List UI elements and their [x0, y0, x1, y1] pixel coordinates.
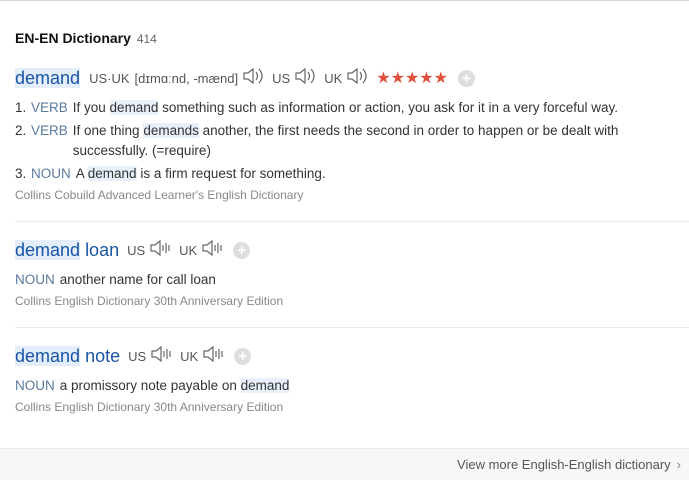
headword-rest[interactable]: loan — [85, 240, 119, 261]
uk-label: UK — [324, 70, 343, 86]
definitions: 1. VERB If you demand something such as … — [15, 98, 675, 184]
uk-label: UK — [179, 242, 198, 258]
chevron-right-icon: › — [676, 457, 681, 472]
uk-label: UK — [180, 348, 199, 364]
definition-item: 1. VERB If you demand something such as … — [15, 98, 675, 118]
definitions: NOUN a promissory note payable on demand — [15, 376, 675, 396]
dictionary-source: Collins English Dictionary 30th Annivers… — [15, 400, 284, 414]
definition-text: a promissory note payable on demand — [59, 378, 290, 393]
definition-text: another name for call loan — [59, 272, 216, 287]
pos-tag: NOUN — [15, 378, 55, 393]
frequency-stars: ★★★★★ — [376, 70, 448, 87]
section-title: EN-EN Dictionary 414 — [15, 30, 157, 46]
entry-demand: demand US·UK [dɪmɑːnd, -mænd] US UK ★★★★… — [15, 66, 675, 202]
pos-tag: NOUN — [31, 166, 71, 181]
pos-tag: NOUN — [15, 272, 55, 287]
definition-item: NOUN a promissory note payable on demand — [15, 376, 675, 396]
definitions: NOUN another name for call loan — [15, 270, 675, 290]
headword[interactable]: demand — [15, 67, 81, 89]
pronunciation: [dɪmɑːnd, -mænd] — [134, 70, 239, 86]
divider — [15, 221, 689, 222]
result-count: 414 — [136, 32, 157, 46]
view-more-link[interactable]: View more English-English dictionary › — [457, 457, 681, 472]
definition-item: 2. VERB If one thing demands another, th… — [15, 121, 675, 161]
us-label: US — [272, 70, 291, 86]
uk-speaker-icon[interactable] — [346, 66, 368, 91]
us-label: US — [128, 348, 147, 364]
uk-speaker-icon[interactable] — [201, 238, 223, 263]
headword[interactable]: demand — [15, 345, 81, 367]
entry-demand-note: demand note US UK + NOUN a promissory no… — [15, 344, 675, 414]
pos-tag: VERB — [31, 100, 68, 115]
dictionary-source: Collins Cobuild Advanced Learner's Engli… — [15, 188, 304, 202]
add-to-wordbook-button[interactable]: + — [457, 69, 475, 87]
entry-header: demand US·UK [dɪmɑːnd, -mænd] US UK ★★★★… — [15, 66, 675, 90]
footer-bar: View more English-English dictionary › — [0, 448, 689, 480]
entry-header: demand loan US UK + — [15, 238, 675, 262]
entry-demand-loan: demand loan US UK + NOUN another name fo… — [15, 238, 675, 308]
headword[interactable]: demand — [15, 239, 81, 261]
us-speaker-icon[interactable] — [150, 344, 172, 369]
top-border — [0, 0, 689, 1]
headword-rest[interactable]: note — [85, 346, 120, 367]
us-label: US — [127, 242, 146, 258]
definition-item: NOUN another name for call loan — [15, 270, 675, 290]
section-title-text: EN-EN Dictionary — [15, 30, 131, 46]
dictionary-source: Collins English Dictionary 30th Annivers… — [15, 294, 284, 308]
divider — [15, 327, 689, 328]
pos-tag: VERB — [31, 123, 68, 138]
add-to-wordbook-button[interactable]: + — [233, 241, 251, 259]
speaker-icon[interactable] — [242, 66, 264, 91]
add-to-wordbook-button[interactable]: + — [234, 347, 252, 365]
definition-item: 3. NOUN A demand is a firm request for s… — [15, 164, 675, 184]
uk-speaker-icon[interactable] — [202, 344, 224, 369]
us-speaker-icon[interactable] — [149, 238, 171, 263]
pron-label: US·UK — [89, 70, 130, 86]
entry-header: demand note US UK + — [15, 344, 675, 368]
us-speaker-icon[interactable] — [294, 66, 316, 91]
